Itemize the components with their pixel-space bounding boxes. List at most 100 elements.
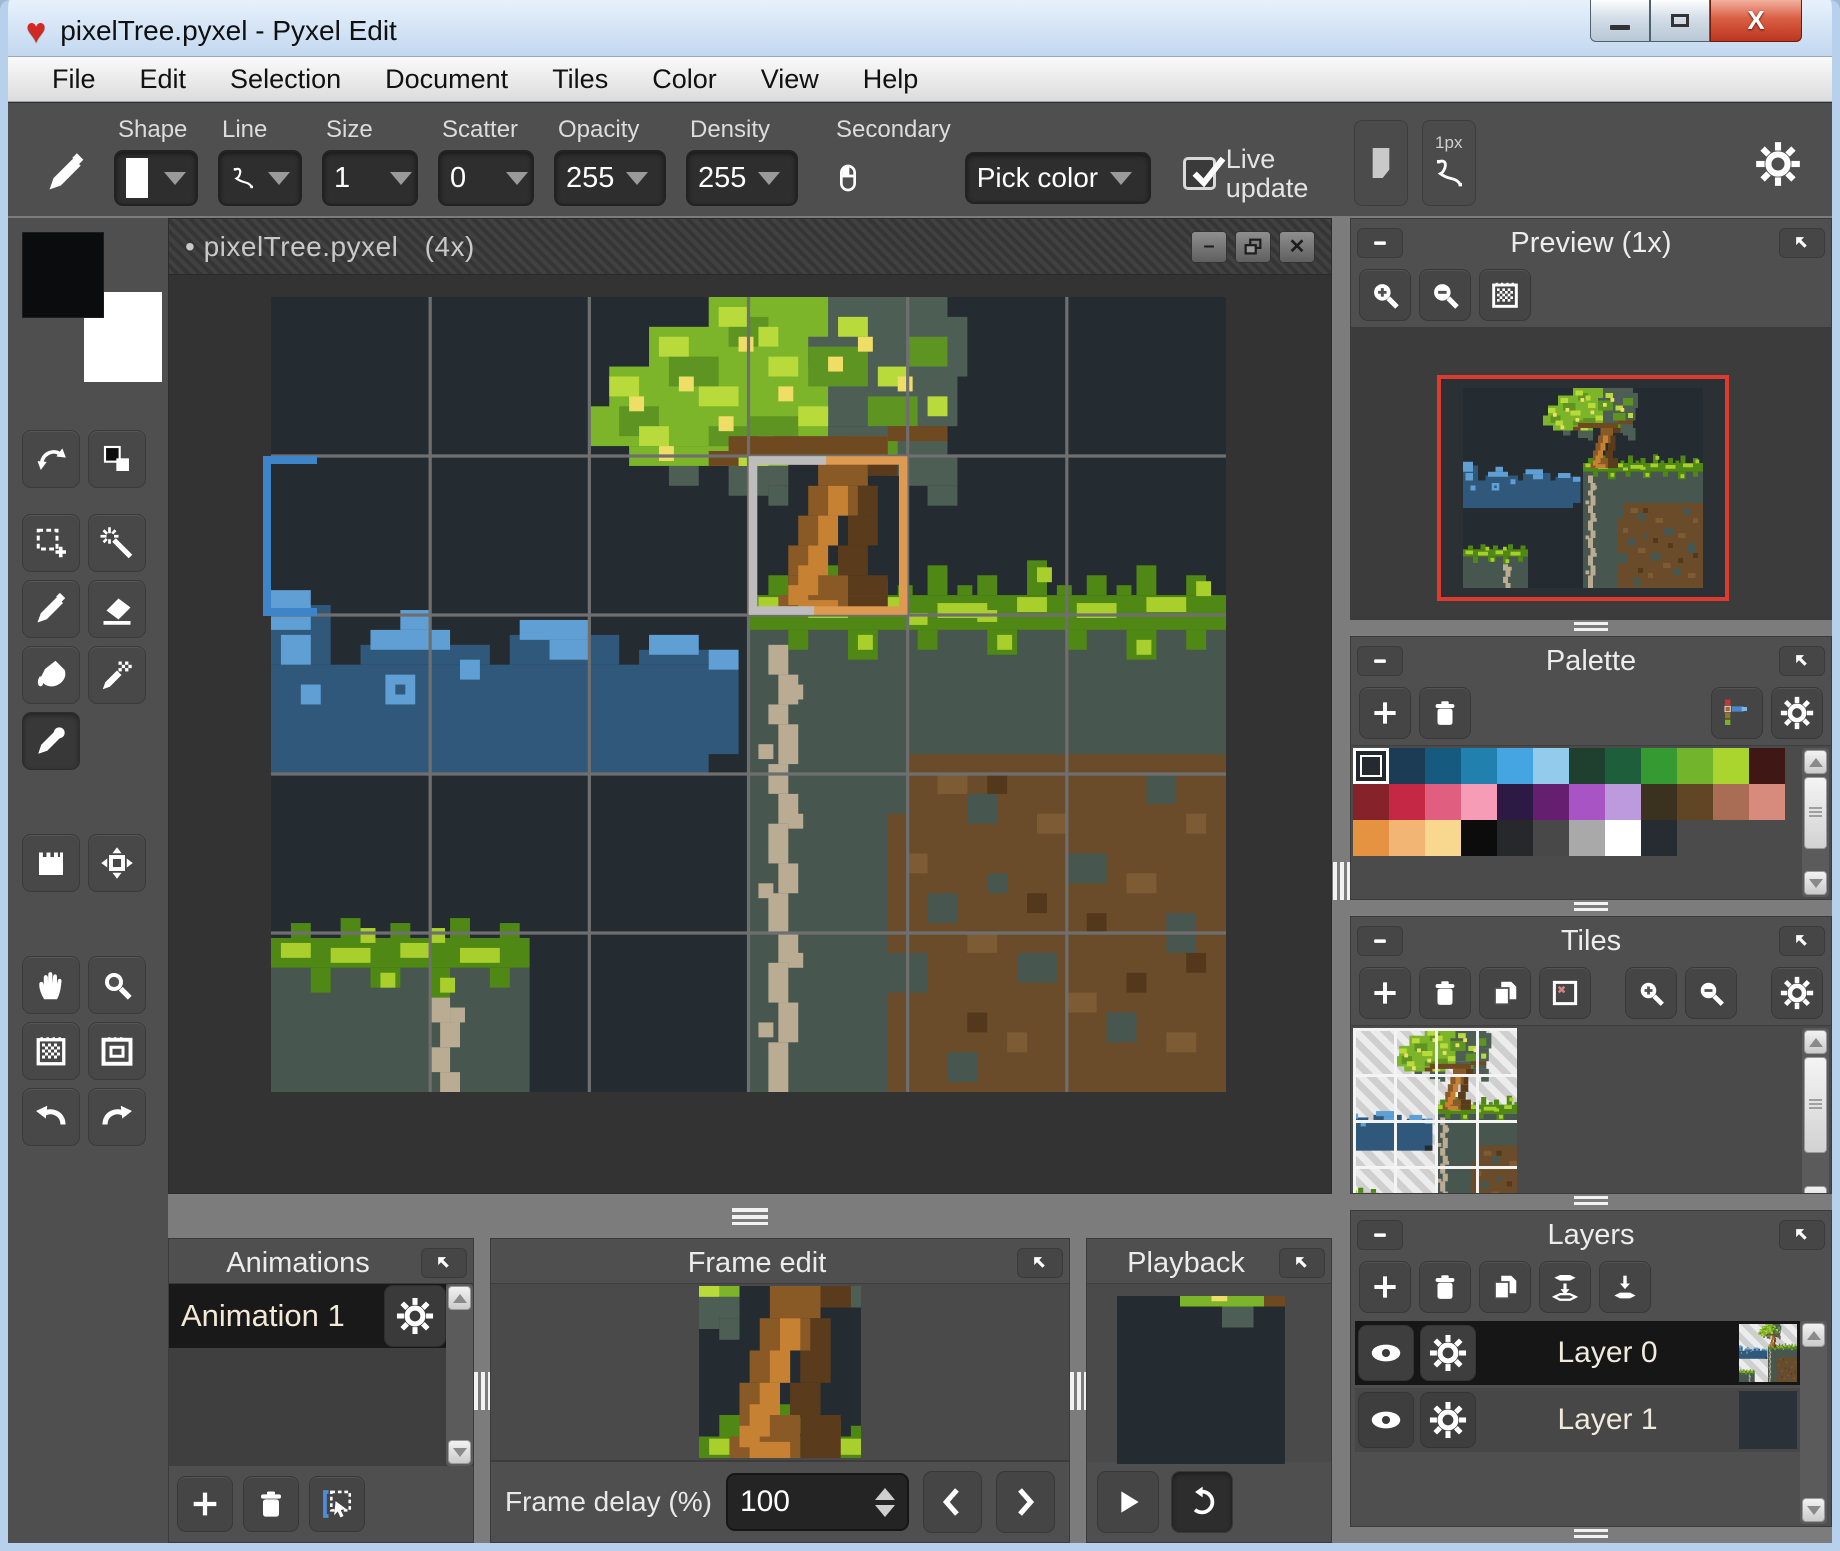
canvas-image[interactable] bbox=[271, 297, 1226, 1092]
palette-collapse-button[interactable] bbox=[1357, 646, 1403, 676]
palette-swatch[interactable] bbox=[1533, 784, 1569, 820]
horizontal-splitter[interactable] bbox=[168, 1194, 1332, 1238]
menu-help[interactable]: Help bbox=[841, 64, 941, 95]
palette-swatch[interactable] bbox=[1605, 784, 1641, 820]
palette-swatch[interactable] bbox=[1533, 820, 1569, 856]
duplicate-tile-button[interactable] bbox=[1479, 967, 1531, 1019]
layer-settings-button[interactable] bbox=[1420, 1325, 1476, 1381]
eyedropper-tool[interactable] bbox=[22, 712, 80, 770]
panel-splitter[interactable] bbox=[1350, 1194, 1832, 1210]
palette-swatch[interactable] bbox=[1533, 748, 1569, 784]
menu-file[interactable]: File bbox=[30, 64, 118, 95]
frame-thumbnail[interactable] bbox=[699, 1286, 861, 1458]
toggle-frame-button[interactable] bbox=[88, 1022, 146, 1080]
loop-button[interactable] bbox=[1171, 1471, 1233, 1533]
palette-swatch[interactable] bbox=[1497, 784, 1533, 820]
rect-select-tool[interactable] bbox=[22, 514, 80, 572]
palette-swatch[interactable] bbox=[1641, 748, 1677, 784]
add-layer-button[interactable] bbox=[1359, 1261, 1411, 1313]
palette-swatch[interactable] bbox=[1677, 748, 1713, 784]
preview-viewport[interactable] bbox=[1351, 327, 1831, 619]
menu-document[interactable]: Document bbox=[363, 64, 530, 95]
undo-button[interactable] bbox=[22, 1088, 80, 1146]
delete-layer-button[interactable] bbox=[1419, 1261, 1471, 1313]
preview-zoom-out-button[interactable] bbox=[1419, 269, 1471, 321]
palette-swatch[interactable] bbox=[1425, 748, 1461, 784]
delete-tile-button[interactable] bbox=[1419, 967, 1471, 1019]
toolbar-settings-button[interactable] bbox=[1750, 136, 1806, 192]
palette-scrollbar[interactable] bbox=[1802, 748, 1829, 897]
layers-collapse-button[interactable] bbox=[1357, 1220, 1403, 1250]
palette-settings-button[interactable] bbox=[1771, 687, 1823, 739]
panel-splitter[interactable] bbox=[1350, 900, 1832, 916]
palette-swatch[interactable] bbox=[1353, 784, 1389, 820]
palette-swatch[interactable] bbox=[1641, 820, 1677, 856]
secondary-action-dropdown[interactable]: Pick color bbox=[964, 152, 1151, 204]
title-bar[interactable]: ♥ pixelTree.pyxel - Pyxel Edit X bbox=[8, 0, 1832, 56]
palette-swatch[interactable] bbox=[1569, 784, 1605, 820]
flatten-layers-button[interactable] bbox=[1599, 1261, 1651, 1313]
previous-frame-button[interactable] bbox=[922, 1471, 982, 1533]
palette-swatch[interactable] bbox=[1425, 784, 1461, 820]
preview-pattern-button[interactable] bbox=[1479, 269, 1531, 321]
animation-settings-button[interactable] bbox=[384, 1285, 446, 1347]
brush-shape-preview-button[interactable] bbox=[1353, 120, 1408, 206]
zoom-tool[interactable] bbox=[88, 956, 146, 1014]
scroll-up-button[interactable] bbox=[1804, 1030, 1827, 1054]
palette-swatch[interactable] bbox=[1353, 820, 1389, 856]
tile-map[interactable] bbox=[1353, 1028, 1517, 1193]
layers-scrollbar[interactable] bbox=[1800, 1321, 1827, 1524]
palette-swatch[interactable] bbox=[1389, 784, 1425, 820]
pan-tool[interactable] bbox=[22, 956, 80, 1014]
doc-minimize-button[interactable]: – bbox=[1191, 230, 1227, 263]
add-tile-button[interactable] bbox=[1359, 967, 1411, 1019]
primary-color-swatch[interactable] bbox=[22, 232, 104, 318]
palette-swatch[interactable] bbox=[1497, 748, 1533, 784]
menu-tiles[interactable]: Tiles bbox=[530, 64, 630, 95]
layer-visibility-button[interactable] bbox=[1358, 1325, 1414, 1381]
document-title-bar[interactable]: • pixelTree.pyxel (4x) – ✕ bbox=[169, 219, 1331, 275]
maximize-button[interactable] bbox=[1650, 0, 1710, 42]
main-vertical-splitter[interactable] bbox=[1332, 218, 1350, 1543]
palette-swatch[interactable] bbox=[1461, 748, 1497, 784]
merge-layer-down-button[interactable] bbox=[1539, 1261, 1591, 1313]
shape-dropdown[interactable] bbox=[114, 150, 198, 206]
scroll-down-button[interactable] bbox=[448, 1440, 471, 1464]
magic-wand-tool[interactable] bbox=[88, 514, 146, 572]
animation-item[interactable]: Animation 1 bbox=[169, 1284, 446, 1348]
scroll-up-button[interactable] bbox=[448, 1286, 471, 1310]
scroll-down-button[interactable] bbox=[1802, 1498, 1825, 1522]
palette-swatch[interactable] bbox=[1605, 820, 1641, 856]
toggle-pattern-button[interactable] bbox=[22, 1022, 80, 1080]
menu-color[interactable]: Color bbox=[630, 64, 739, 95]
delete-animation-button[interactable] bbox=[243, 1476, 299, 1532]
layer-thumbnail[interactable] bbox=[1739, 1391, 1797, 1449]
redo-button[interactable] bbox=[88, 1088, 146, 1146]
scroll-up-button[interactable] bbox=[1804, 750, 1827, 774]
minimize-button[interactable] bbox=[1590, 0, 1650, 42]
layer-thumbnail[interactable] bbox=[1739, 1324, 1797, 1382]
density-dropdown[interactable]: 255 bbox=[686, 150, 798, 206]
line-style-dropdown[interactable] bbox=[218, 150, 302, 206]
palette-swatch[interactable] bbox=[1713, 784, 1749, 820]
menu-edit[interactable]: Edit bbox=[118, 64, 209, 95]
remove-tile-button[interactable] bbox=[1539, 967, 1591, 1019]
frame-delay-input[interactable]: 100 bbox=[725, 1473, 909, 1531]
scroll-down-button[interactable] bbox=[1804, 1186, 1827, 1193]
preview-popout-button[interactable] bbox=[1779, 228, 1825, 258]
palette-swatch[interactable] bbox=[1353, 748, 1389, 784]
opacity-dropdown[interactable]: 255 bbox=[554, 150, 666, 206]
palette-swatch[interactable] bbox=[1497, 820, 1533, 856]
playback-popout-button[interactable] bbox=[1279, 1248, 1325, 1278]
size-dropdown[interactable]: 1 bbox=[322, 150, 418, 206]
dither-pen-tool[interactable] bbox=[88, 646, 146, 704]
doc-restore-button[interactable] bbox=[1235, 230, 1271, 263]
palette-swatch[interactable] bbox=[1389, 748, 1425, 784]
animations-popout-button[interactable] bbox=[421, 1248, 467, 1278]
scroll-down-button[interactable] bbox=[1804, 871, 1827, 895]
default-colors-button[interactable] bbox=[88, 430, 146, 488]
close-button[interactable]: X bbox=[1710, 0, 1802, 42]
tiles-collapse-button[interactable] bbox=[1357, 926, 1403, 956]
animations-scrollbar[interactable] bbox=[446, 1284, 473, 1466]
delete-color-button[interactable] bbox=[1419, 687, 1471, 739]
